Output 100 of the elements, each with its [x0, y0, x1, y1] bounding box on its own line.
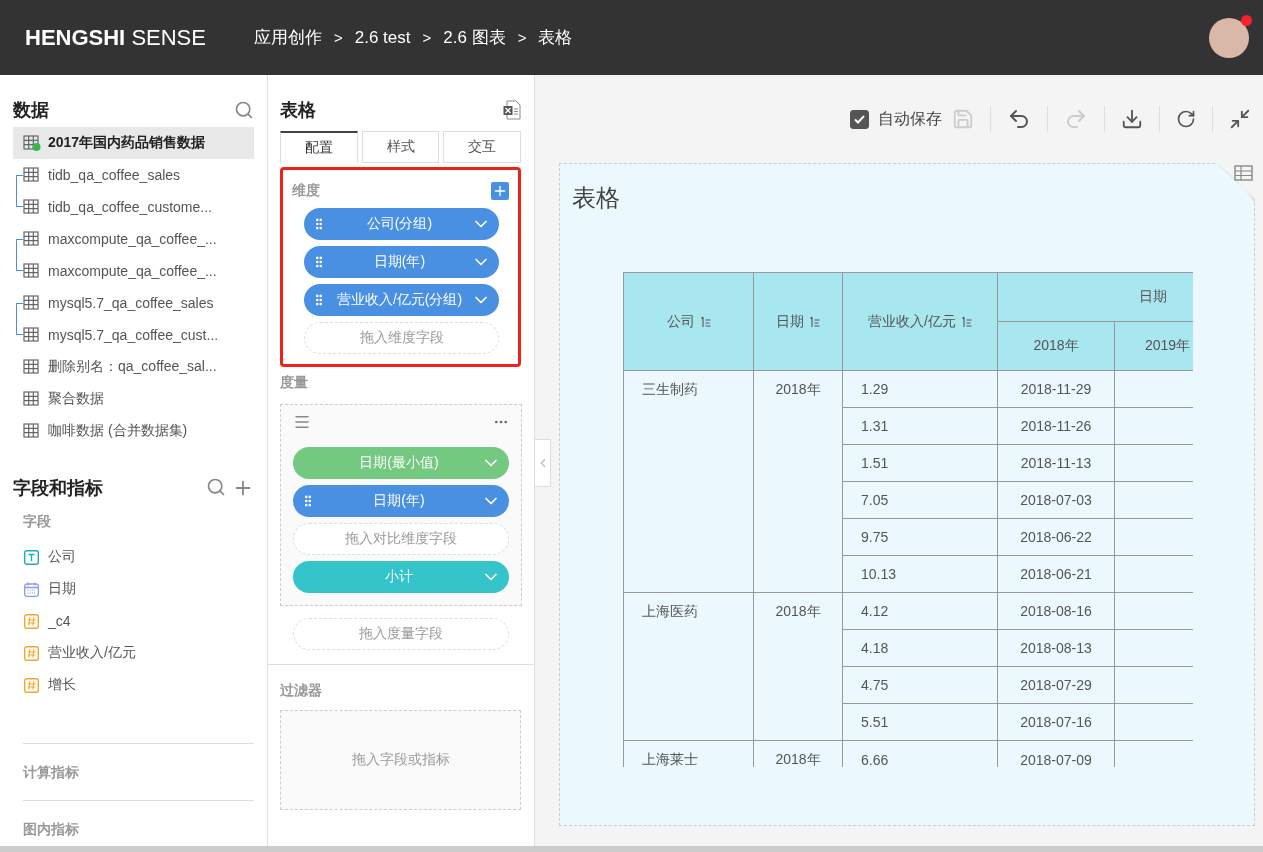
table-cell: 2018-06-21 — [997, 555, 1115, 593]
tree-connector — [16, 239, 23, 271]
field-item[interactable]: 营业收入/亿元 — [13, 637, 254, 669]
table-cell: 4.12 — [842, 592, 998, 630]
table-icon — [23, 391, 41, 407]
tree-connector — [16, 175, 23, 207]
table-cell: 10.13 — [842, 555, 998, 593]
table-cell: 上海莱士 — [623, 740, 754, 767]
checkbox[interactable] — [850, 109, 869, 129]
dataset-item[interactable]: 聚合数据 — [13, 383, 254, 415]
table-icon — [23, 295, 41, 311]
table-cell: 2018-11-26 — [997, 407, 1115, 445]
field-item[interactable]: 增长 — [13, 669, 254, 701]
sort-icon[interactable] — [961, 315, 972, 328]
breadcrumb-separator: > — [422, 29, 432, 46]
tab[interactable]: 样式 — [361, 131, 440, 163]
calendar-icon — [24, 581, 39, 597]
column-header[interactable]: 公司 — [623, 272, 754, 371]
tree-connector — [16, 303, 23, 335]
text-type-icon — [24, 549, 39, 565]
table-cell: 2018年 — [753, 370, 843, 593]
dataset-item[interactable]: tidb_qa_coffee_custome... — [23, 191, 254, 223]
breadcrumb-separator: > — [333, 29, 343, 46]
excel-export-icon[interactable] — [503, 100, 521, 120]
panel-title: 表格 — [280, 99, 316, 122]
table-cell: 2018-07-29 — [997, 666, 1115, 704]
panel-title: 字段和指标 — [13, 477, 103, 500]
table-icon — [23, 423, 41, 439]
undo-icon — [1007, 107, 1031, 131]
column-header: 2018年 — [997, 321, 1115, 371]
table-cell: 1.31 — [842, 407, 998, 445]
dataset-item[interactable]: 咖啡数据 (合并数据集) — [13, 415, 254, 447]
table-icon — [23, 327, 41, 343]
section-label: 维度 — [292, 182, 320, 200]
dataset-item[interactable]: 删除别名：qa_coffee_sal... — [13, 351, 254, 383]
add-button[interactable] — [491, 182, 509, 200]
minimize-icon — [1229, 108, 1251, 130]
sort-icon[interactable] — [700, 315, 711, 328]
breadcrumb-separator: > — [517, 29, 527, 46]
table-cell: 2018-06-22 — [997, 518, 1115, 556]
download-icon — [1121, 108, 1143, 130]
table-cell: 7.05 — [842, 481, 998, 519]
table-icon — [23, 167, 41, 183]
table-cell: 9.75 — [842, 518, 998, 556]
table-check-icon — [23, 135, 41, 151]
breadcrumb-item: 表格 — [538, 27, 573, 49]
number-type-icon — [24, 645, 39, 661]
breadcrumb-item[interactable]: 应用创作 — [253, 26, 322, 49]
table-cell: 2018-07-03 — [997, 481, 1115, 519]
table-cell: 2018-08-13 — [997, 629, 1115, 667]
field-item[interactable]: 日期 — [13, 573, 254, 605]
number-type-icon — [24, 613, 39, 629]
table-cell: 5.51 — [842, 703, 998, 741]
section-label: 度量 — [280, 374, 308, 390]
table-cell: 4.18 — [842, 629, 998, 667]
breadcrumb-item[interactable]: 2.6 图表 — [443, 26, 506, 49]
section-label: 字段 — [22, 512, 52, 531]
user-avatar[interactable] — [1209, 17, 1249, 58]
breadcrumb-item[interactable]: 2.6 test — [354, 27, 411, 48]
table-cell: 2018年 — [753, 592, 843, 741]
dataset-item[interactable]: mysql5.7_qa_coffee_cust... — [23, 319, 254, 351]
table-settings-icon[interactable] — [1213, 163, 1255, 205]
table-cell: 1.29 — [842, 370, 998, 408]
column-header: 日期 — [997, 272, 1193, 322]
dataset-item[interactable]: maxcompute_qa_coffee_... — [23, 255, 254, 287]
table-cell: 2018-08-16 — [997, 592, 1115, 630]
column-header[interactable]: 营业收入/亿元 — [842, 272, 998, 371]
number-type-icon — [24, 677, 39, 693]
tab[interactable]: 配置 — [280, 131, 358, 163]
save-icon — [952, 108, 974, 130]
table-cell: 三生制药 — [623, 370, 754, 593]
table-cell: 上海医药 — [623, 592, 754, 741]
table-icon — [23, 359, 41, 375]
redo-icon — [1064, 107, 1088, 131]
dataset-item[interactable]: maxcompute_qa_coffee_... — [23, 223, 254, 255]
table-icon — [23, 263, 41, 279]
field-item[interactable]: 公司 — [13, 541, 254, 573]
table-cell: 2018-07-16 — [997, 703, 1115, 741]
dataset-item[interactable]: tidb_qa_coffee_sales — [23, 159, 254, 191]
search-icon[interactable] — [234, 100, 254, 120]
column-header[interactable]: 日期 — [753, 272, 843, 371]
table-cell: 1.51 — [842, 444, 998, 482]
refresh-icon — [1176, 109, 1196, 129]
brand-logo[interactable]: HENGSHI SENSE — [25, 24, 206, 51]
table-cell: 2018-11-13 — [997, 444, 1115, 482]
section-label: 过滤器 — [280, 682, 322, 698]
table-icon — [23, 231, 41, 247]
column-header: 2019年 — [1114, 321, 1193, 371]
dataset-item[interactable]: 2017年国内药品销售数据 — [13, 127, 254, 159]
field-item[interactable]: _c4 — [13, 605, 254, 637]
chart-title: 表格 — [572, 183, 621, 213]
table-cell: 4.75 — [842, 666, 998, 704]
tab[interactable]: 交互 — [443, 131, 521, 163]
sort-icon[interactable] — [810, 315, 820, 328]
panel-title: 数据 — [13, 99, 49, 122]
menu-icon[interactable] — [293, 413, 311, 431]
table-icon — [23, 199, 41, 215]
table-cell: 2018-11-29 — [997, 370, 1115, 408]
dataset-item[interactable]: mysql5.7_qa_coffee_sales — [23, 287, 254, 319]
autosave-checkbox[interactable]: 自动保存 — [850, 108, 942, 130]
